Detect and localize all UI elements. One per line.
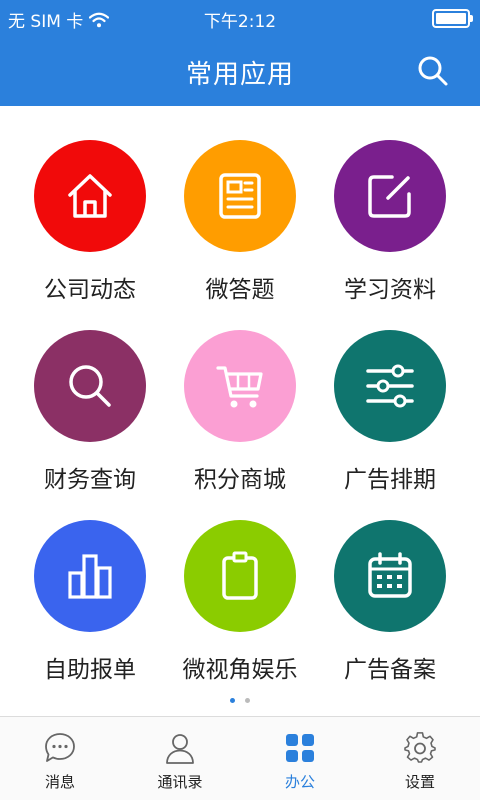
tab-settings[interactable]: 设置 — [360, 717, 480, 800]
gear-icon — [404, 732, 436, 763]
edit-icon — [368, 175, 411, 218]
contacts-icon — [166, 734, 194, 764]
app-icon-circle — [334, 520, 446, 632]
app-tile-points-mall[interactable]: 积分商城 — [170, 296, 310, 493]
form-icon — [219, 173, 261, 219]
app-label: 自助报单 — [44, 657, 136, 683]
app-tile-micro-view[interactable]: 微视角娱乐 — [170, 486, 310, 683]
app-icon-circle — [334, 140, 446, 252]
status-time: 下午2:12 — [203, 12, 277, 32]
tab-messages[interactable]: 消息 — [0, 717, 120, 800]
grid-apps-icon — [286, 734, 314, 762]
app-icon-circle — [34, 140, 146, 252]
app-icon-circle — [184, 520, 296, 632]
app-tile-ad-schedule[interactable]: 广告排期 — [320, 296, 460, 493]
tab-contacts[interactable]: 通讯录 — [120, 717, 240, 800]
app-tile-micro-quiz[interactable]: 微答题 — [170, 106, 310, 303]
calendar-icon — [368, 552, 412, 598]
battery-icon — [432, 9, 473, 28]
app-tile-finance-query[interactable]: 财务查询 — [20, 296, 160, 493]
page-dot-active[interactable] — [230, 698, 235, 703]
battery-level — [436, 13, 466, 24]
app-icon-circle — [184, 140, 296, 252]
sliders-icon — [366, 364, 414, 408]
search-button[interactable] — [416, 54, 450, 88]
search-icon — [69, 365, 111, 407]
app-tile-ad-filing[interactable]: 广告备案 — [320, 486, 460, 683]
app-tile-company-news[interactable]: 公司动态 — [20, 106, 160, 303]
tab-label: 消息 — [44, 773, 75, 791]
app-label: 微视角娱乐 — [182, 657, 298, 683]
app-label: 广告备案 — [344, 657, 436, 683]
nav-bar: 常用应用 — [0, 36, 480, 106]
status-bar: 无 SIM 卡 下午2:12 — [0, 0, 480, 36]
tab-label: 办公 — [284, 773, 315, 791]
search-icon — [418, 56, 448, 86]
chat-bubble-icon — [45, 733, 75, 762]
tab-label: 设置 — [404, 773, 435, 791]
page-title: 常用应用 — [185, 60, 294, 90]
bottom-tab-bar: 消息 通讯录 办公 设置 — [0, 716, 480, 800]
app-icon-circle — [34, 330, 146, 442]
page-dot[interactable] — [245, 698, 250, 703]
app-icon-circle — [34, 520, 146, 632]
app-grid: 公司动态 微答题 学习资料 财务查询 积分商城 广告排期 自助报单 微视角娱乐 … — [0, 106, 480, 686]
app-icon-circle — [334, 330, 446, 442]
home-icon — [68, 174, 112, 218]
bar-chart-icon — [68, 554, 112, 599]
tab-label: 通讯录 — [157, 773, 203, 791]
cart-icon — [216, 366, 263, 408]
page-indicator — [0, 698, 480, 706]
tab-office[interactable]: 办公 — [240, 717, 360, 800]
app-tile-self-report[interactable]: 自助报单 — [20, 486, 160, 683]
app-icon-circle — [184, 330, 296, 442]
app-tile-study-materials[interactable]: 学习资料 — [320, 106, 460, 303]
clipboard-icon — [222, 551, 258, 600]
